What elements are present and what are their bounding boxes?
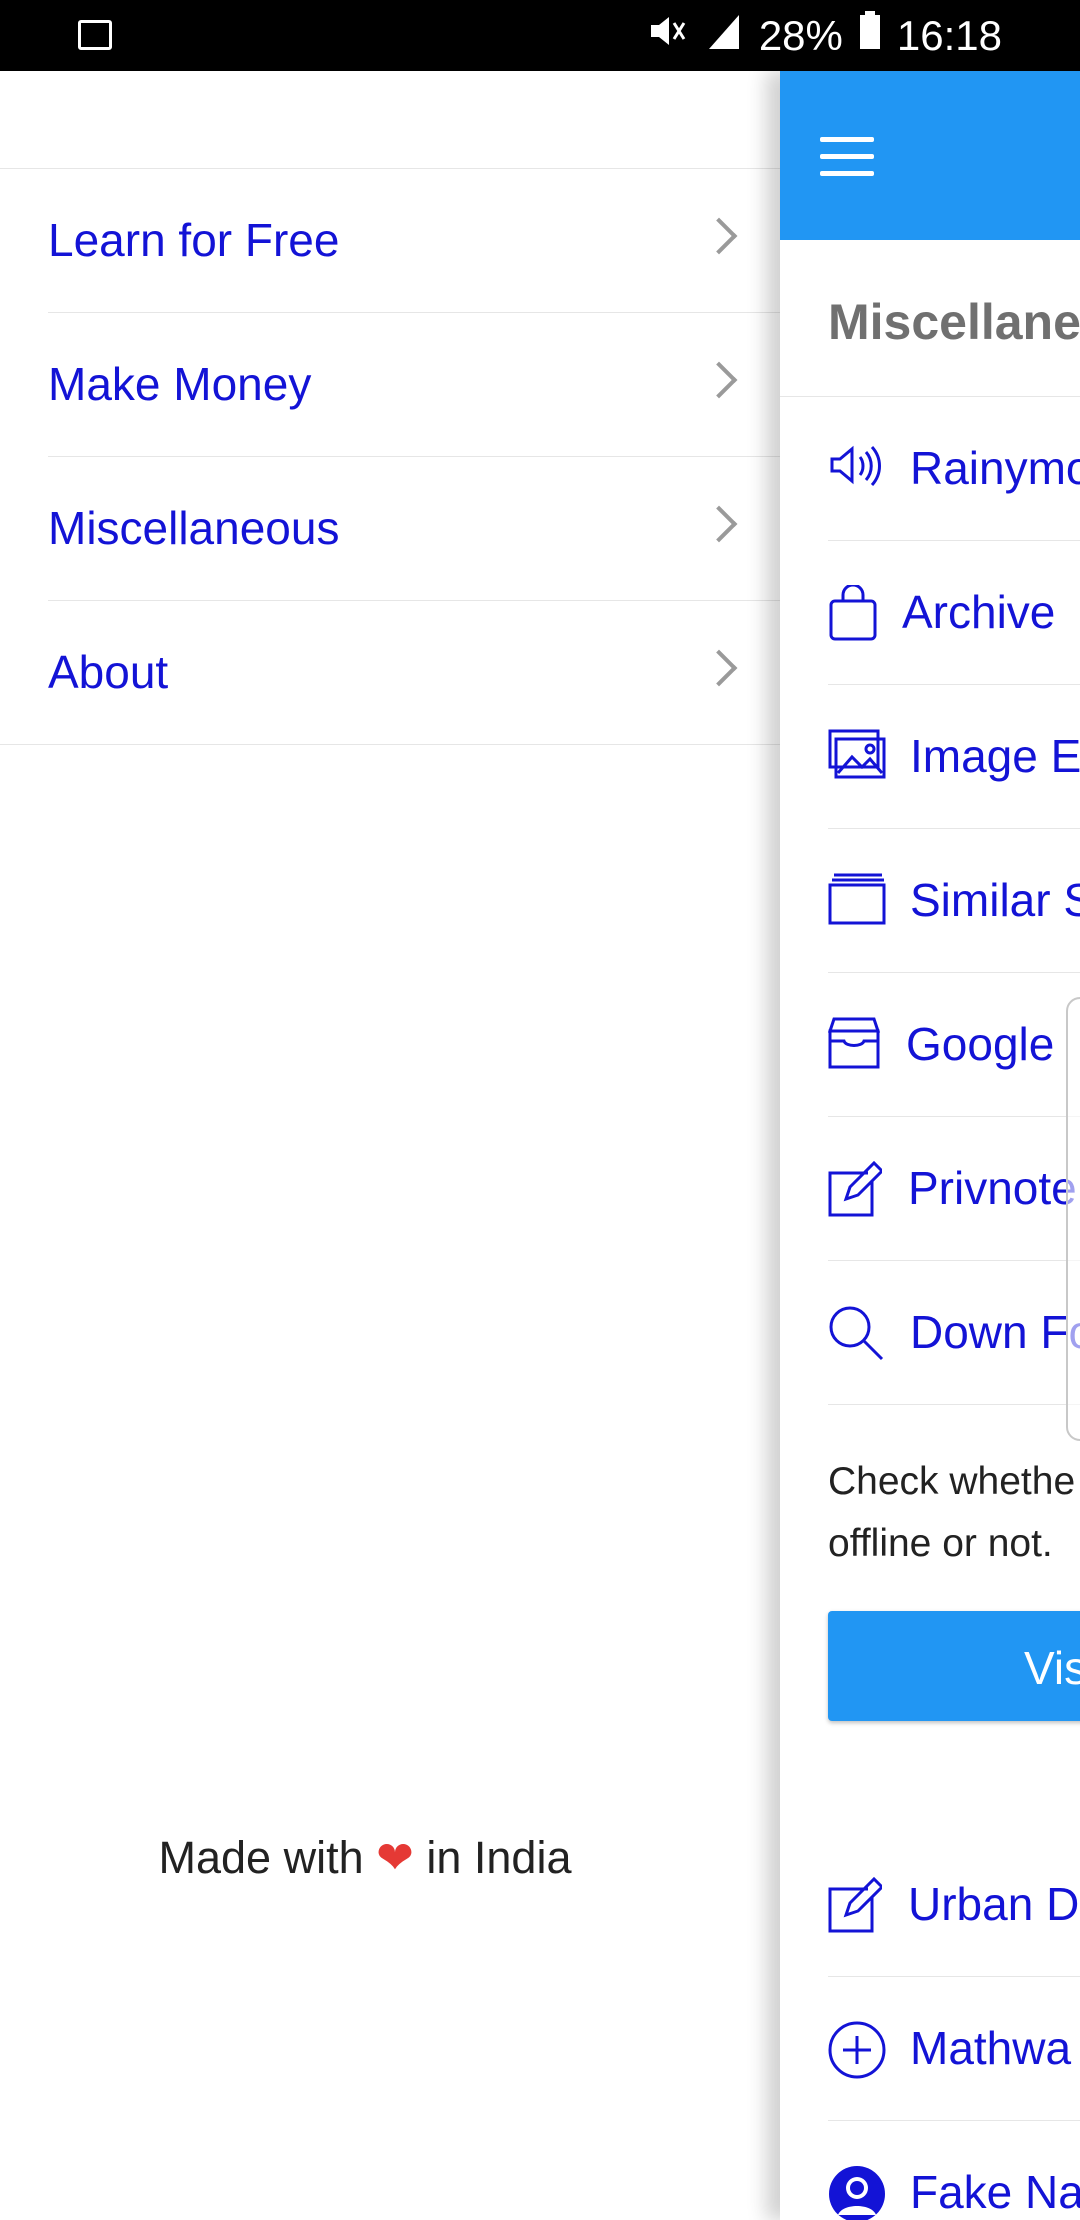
app-bar — [780, 71, 1080, 240]
list-item-privnote[interactable]: Privnote — [828, 1117, 1080, 1261]
status-bar: 28% 16:18 — [0, 0, 1080, 71]
menu-item-miscellaneous[interactable]: Miscellaneous — [48, 457, 780, 601]
list-item-label: Urban D — [908, 1878, 1080, 1930]
item-description: Check whethe offline or not. — [828, 1451, 1075, 1575]
menu-item-make-money[interactable]: Make Money — [48, 313, 780, 457]
visit-button-label: Vis — [1024, 1642, 1080, 1694]
list-item-mathway[interactable]: Mathwa — [828, 1977, 1080, 2121]
inbox-icon — [827, 1017, 882, 1071]
list-item-label: Similar S — [910, 874, 1080, 926]
list-item-label: Image E — [910, 730, 1080, 782]
menu-item-label: About — [48, 646, 169, 698]
battery-icon — [859, 11, 881, 61]
footer-text-after: in India — [426, 1832, 572, 1883]
status-right: 28% 16:18 — [647, 8, 1002, 64]
chevron-right-icon — [700, 649, 738, 687]
list-item-similar-s[interactable]: Similar S — [828, 829, 1080, 973]
list-item-label: Down Fo — [910, 1306, 1080, 1358]
search-icon — [828, 1305, 884, 1361]
scroll-indicator[interactable] — [1066, 997, 1080, 1441]
heart-icon: ❤ — [376, 1832, 414, 1883]
menu-item-about[interactable]: About — [0, 601, 780, 745]
menu-item-label: Miscellaneous — [48, 502, 340, 554]
edit-icon — [828, 1160, 885, 1217]
edit-icon — [828, 1876, 885, 1933]
clock: 16:18 — [896, 12, 1002, 59]
chevron-right-icon — [700, 217, 738, 255]
list-item-image-e[interactable]: Image E — [828, 685, 1080, 829]
drawer-header — [0, 71, 780, 169]
chevron-right-icon — [700, 361, 738, 399]
description-line: Check whethe — [828, 1460, 1076, 1503]
battery-percent: 28% — [758, 12, 843, 59]
person-icon — [828, 2165, 885, 2220]
mute-icon — [647, 11, 687, 61]
list-item-label: Mathwa — [910, 2022, 1072, 2074]
list-item-label: Google — [906, 1018, 1055, 1070]
content-panel: Miscellane Rainymo Archive Image E Simil… — [780, 71, 1080, 2220]
menu-item-label: Learn for Free — [48, 214, 340, 266]
list-item-down-fo[interactable]: Down Fo — [828, 1261, 1080, 1405]
chevron-right-icon — [700, 505, 738, 543]
list-item-rainymood[interactable]: Rainymo — [828, 397, 1080, 541]
description-line: offline or not. — [828, 1522, 1053, 1565]
list-item-label: Fake Na — [910, 2166, 1080, 2218]
speaker-icon — [828, 441, 882, 495]
image-notification-icon — [78, 20, 112, 50]
signal-icon — [703, 11, 743, 61]
list-item-google[interactable]: Google — [827, 973, 1080, 1117]
bag-icon — [828, 583, 882, 641]
visit-button[interactable]: Vis — [828, 1611, 1080, 1721]
list-item-label: Privnote — [908, 1162, 1077, 1214]
list-item-label: Rainymo — [910, 442, 1080, 494]
plus-circle-icon — [828, 2021, 886, 2079]
images-icon — [828, 729, 886, 783]
hamburger-menu-icon[interactable] — [820, 137, 874, 177]
windows-icon — [828, 873, 886, 927]
section-title: Miscellane — [828, 294, 1080, 350]
list-item-label: Archive — [902, 586, 1056, 638]
list-item-fake-na[interactable]: Fake Na — [828, 2121, 1080, 2220]
menu-item-label: Make Money — [48, 358, 312, 410]
footer-text-before: Made with — [158, 1832, 364, 1883]
list-item-archive[interactable]: Archive — [828, 541, 1080, 685]
made-with-love-footer: Made with ❤ in India — [0, 1831, 730, 1884]
navigation-drawer: Learn for Free Make Money Miscellaneous … — [0, 71, 780, 2220]
list-item-urban-d[interactable]: Urban D — [828, 1833, 1080, 1977]
menu-item-learn-for-free[interactable]: Learn for Free — [48, 169, 780, 313]
